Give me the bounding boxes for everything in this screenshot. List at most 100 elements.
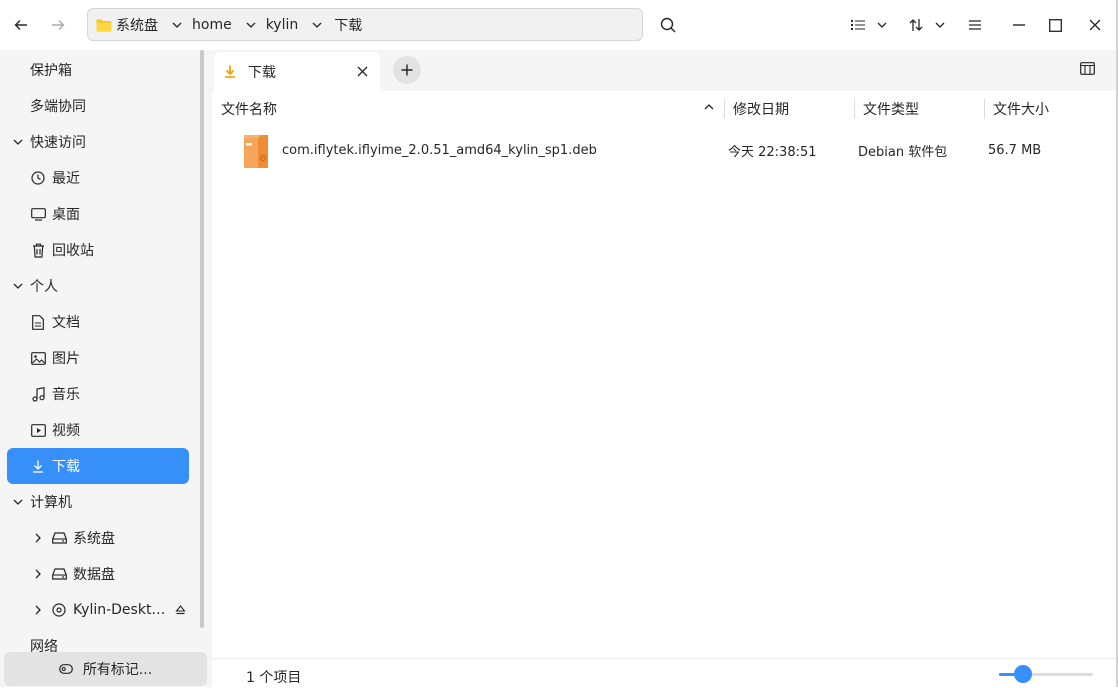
arrow-left-icon xyxy=(14,20,27,30)
close-tab-icon[interactable] xyxy=(357,66,368,77)
new-tab-button[interactable] xyxy=(393,56,421,84)
sidebar-item-label: 视频 xyxy=(52,423,80,439)
sidebar-item-item[interactable]: 多端协同 xyxy=(7,88,189,124)
breadcrumb-item[interactable]: kylin xyxy=(262,9,307,40)
close-button[interactable] xyxy=(1082,11,1108,39)
zoom-slider-handle[interactable] xyxy=(1013,665,1032,683)
chevron-down-icon[interactable] xyxy=(10,283,26,289)
maximize-icon xyxy=(1048,18,1062,32)
column-header-size[interactable]: 文件大小 xyxy=(993,92,1049,126)
sidebar-item-item[interactable]: 保护箱 xyxy=(7,52,189,88)
sidebar-item-label: 回收站 xyxy=(52,243,94,259)
search-icon xyxy=(660,17,676,33)
sidebar-item-label: Kylin-Deskt… xyxy=(73,602,166,618)
sidebar-item-download[interactable]: 下载 xyxy=(7,448,189,484)
plus-icon xyxy=(401,64,413,76)
sidebar-section-header[interactable]: 个人 xyxy=(7,268,189,304)
sidebar-item-video[interactable]: 视频 xyxy=(7,412,189,448)
all-tags-button[interactable]: 所有标记... xyxy=(4,652,207,686)
status-bar: 1 个项目 xyxy=(212,658,1118,688)
sidebar-item-disc[interactable]: Kylin-Deskt… xyxy=(7,592,189,628)
sidebar-scrollbar[interactable] xyxy=(200,50,204,628)
sidebar-item-image[interactable]: 图片 xyxy=(7,340,189,376)
columns-icon xyxy=(1080,62,1095,75)
sort-icon xyxy=(909,19,923,31)
sidebar-item-label: 图片 xyxy=(52,351,80,367)
chevron-right-icon[interactable] xyxy=(33,569,43,579)
sidebar-item-drive[interactable]: 系统盘 xyxy=(7,520,189,556)
chevron-right-icon[interactable] xyxy=(33,533,43,543)
drive-icon xyxy=(51,566,67,582)
sort-ascending-icon[interactable] xyxy=(704,104,714,110)
column-header-label: 文件大小 xyxy=(993,102,1049,118)
chevron-down-icon[interactable] xyxy=(306,22,328,28)
sidebar-item-music[interactable]: 音乐 xyxy=(7,376,189,412)
sidebar-item-drive[interactable]: 数据盘 xyxy=(7,556,189,592)
maximize-button[interactable] xyxy=(1042,11,1068,39)
video-icon xyxy=(30,422,46,438)
hamburger-menu-icon xyxy=(969,20,981,30)
item-count: 1 个项目 xyxy=(246,670,302,686)
chevron-down-icon xyxy=(935,22,945,28)
file-name: com.iflytek.iflyime_2.0.51_amd64_kylin_s… xyxy=(282,142,597,158)
sidebar-item-label: 数据盘 xyxy=(73,567,115,583)
sidebar-section-header[interactable]: 计算机 xyxy=(7,484,189,520)
sidebar-section-label: 个人 xyxy=(30,279,58,295)
column-header-type[interactable]: 文件类型 xyxy=(863,92,919,126)
list-view-icon xyxy=(851,20,865,30)
sidebar: 保护箱多端协同快速访问最近桌面回收站个人文档图片音乐视频下载计算机 系统盘数据盘 K… xyxy=(0,50,212,687)
sidebar-section-header[interactable]: 快速访问 xyxy=(7,124,189,160)
eject-icon[interactable] xyxy=(175,605,187,615)
column-divider[interactable] xyxy=(854,99,855,119)
sidebar-item-clock[interactable]: 最近 xyxy=(7,160,189,196)
chevron-down-icon[interactable] xyxy=(10,139,26,145)
chevron-down-icon xyxy=(877,22,887,28)
breadcrumb-item[interactable]: 系统盘 xyxy=(96,9,166,40)
sidebar-item-label: 多端协同 xyxy=(30,99,86,115)
folder-icon xyxy=(96,19,112,31)
clock-icon xyxy=(30,170,46,186)
sidebar-item-label: 下载 xyxy=(52,459,80,475)
breadcrumb-item[interactable]: 下载 xyxy=(328,9,370,40)
menu-button[interactable] xyxy=(962,11,988,39)
sort-button[interactable] xyxy=(904,11,950,39)
sidebar-item-document[interactable]: 文档 xyxy=(7,304,189,340)
all-tags-label: 所有标记... xyxy=(82,662,153,678)
forward-button[interactable] xyxy=(44,11,72,39)
sidebar-item-trash[interactable]: 回收站 xyxy=(7,232,189,268)
drive-icon xyxy=(51,530,67,546)
chevron-right-icon[interactable] xyxy=(33,605,43,615)
tag-icon xyxy=(58,664,73,674)
sidebar-item-label: 保护箱 xyxy=(30,63,72,79)
details-panel-button[interactable] xyxy=(1080,62,1095,75)
tab-downloads[interactable]: 下载 xyxy=(214,52,380,91)
file-row[interactable]: com.iflytek.iflyime_2.0.51_amd64_kylin_s… xyxy=(212,128,1118,172)
column-header-name[interactable]: 文件名称 xyxy=(221,92,277,126)
chevron-down-icon[interactable] xyxy=(166,22,188,28)
chevron-down-icon[interactable] xyxy=(240,22,262,28)
music-icon xyxy=(30,386,46,402)
view-mode-button[interactable] xyxy=(846,11,892,39)
image-icon xyxy=(30,350,46,366)
column-divider[interactable] xyxy=(724,99,725,119)
breadcrumb-label: 系统盘 xyxy=(116,17,158,34)
sidebar-item-label: 最近 xyxy=(52,171,80,187)
arrow-right-icon xyxy=(52,20,65,30)
disc-icon xyxy=(51,602,67,618)
breadcrumb-label: 下载 xyxy=(334,17,363,34)
minimize-button[interactable] xyxy=(1006,11,1032,39)
package-icon xyxy=(240,128,272,172)
breadcrumb-item[interactable]: home xyxy=(188,9,240,40)
sidebar-item-desktop[interactable]: 桌面 xyxy=(7,196,189,232)
trash-icon xyxy=(30,242,46,258)
address-bar[interactable]: 系统盘 home kylin 下载 xyxy=(87,8,643,41)
column-divider[interactable] xyxy=(984,99,985,119)
back-button[interactable] xyxy=(7,11,35,39)
sidebar-item-label: 音乐 xyxy=(52,387,80,403)
column-header-modified[interactable]: 修改日期 xyxy=(733,92,789,126)
search-button[interactable] xyxy=(655,11,681,39)
chevron-down-icon[interactable] xyxy=(10,499,26,505)
tab-label: 下载 xyxy=(248,64,276,81)
minimize-icon xyxy=(1013,24,1025,26)
desktop-icon xyxy=(30,206,46,222)
